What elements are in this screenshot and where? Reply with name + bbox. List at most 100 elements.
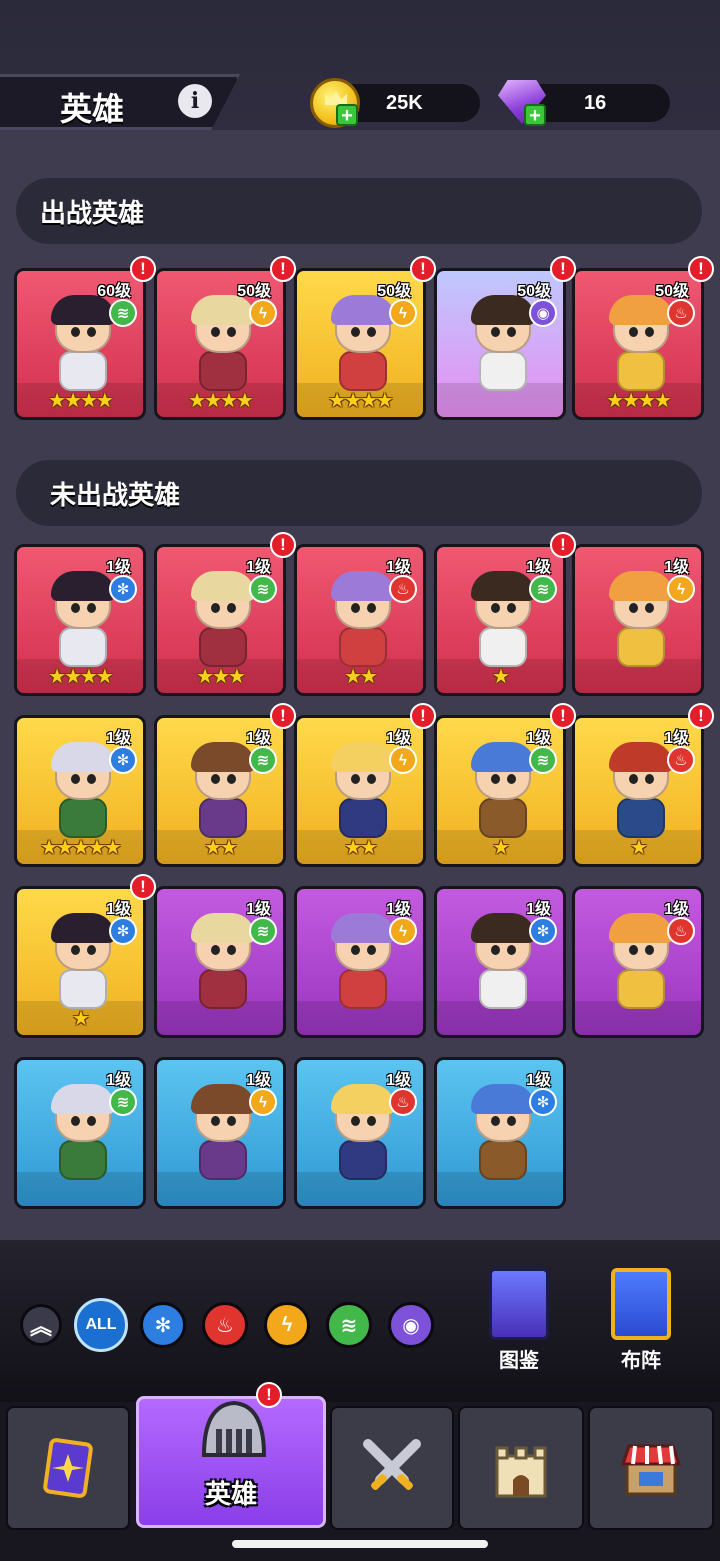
hero-body	[617, 798, 665, 838]
star-rating: ★	[492, 837, 510, 859]
inactive-heroes-title: 未出战英雄	[50, 479, 181, 510]
add-coins-button[interactable]: +	[336, 104, 358, 126]
hero-eye	[645, 603, 654, 613]
hero-eye	[71, 1116, 80, 1126]
alert-badge: !	[270, 703, 296, 729]
page-title: 英雄	[60, 91, 125, 127]
ice-element-icon: ✻	[109, 917, 137, 945]
hero-eye	[629, 945, 638, 955]
hero-body	[479, 969, 527, 1009]
nav-tab-battle[interactable]	[330, 1406, 454, 1530]
hero-body	[339, 351, 387, 391]
star-rating: ★★★★	[48, 390, 114, 412]
hero-card[interactable]: 1级 ✻ ★	[14, 886, 146, 1038]
hero-card[interactable]: 1级 ≋ ★	[434, 715, 566, 867]
castle-icon	[495, 1446, 547, 1498]
hero-eye	[367, 327, 376, 337]
hero-eye	[367, 945, 376, 955]
hero-body	[199, 351, 247, 391]
hero-eye	[71, 945, 80, 955]
hero-body	[59, 351, 107, 391]
star-rating: ★★★★	[328, 390, 394, 412]
hero-eye	[71, 774, 80, 784]
hero-eye	[491, 945, 500, 955]
hero-card[interactable]: 1级 ≋	[154, 886, 286, 1038]
hero-card[interactable]: 1级 ✻ ★★★★	[14, 544, 146, 696]
nav-tab-shop[interactable]	[588, 1406, 714, 1530]
hero-card[interactable]: 1级 ϟ	[154, 1057, 286, 1209]
hero-level: 1级	[106, 559, 131, 576]
hero-card[interactable]: 1级 ♨	[572, 886, 704, 1038]
active-heroes-header: 出战英雄	[16, 178, 702, 244]
add-gems-button[interactable]: +	[524, 104, 546, 126]
hero-eye	[629, 603, 638, 613]
hero-card[interactable]: 1级 ϟ	[294, 886, 426, 1038]
gem-amount: 16	[584, 91, 607, 114]
hero-level: 1级	[246, 730, 271, 747]
hero-card[interactable]: 60级 ≋ ★★★★	[14, 268, 146, 420]
filter-eye-icon[interactable]: ◉	[388, 1302, 434, 1348]
hero-eye	[491, 1116, 500, 1126]
hero-card[interactable]: 1级 ϟ	[572, 544, 704, 696]
lightning-element-icon: ϟ	[249, 1088, 277, 1116]
star-rating: ★★★★	[188, 390, 254, 412]
hero-level: 1级	[106, 1072, 131, 1089]
book-icon	[489, 1268, 549, 1340]
alert-badge: !	[130, 256, 156, 282]
filter-fire-icon[interactable]: ♨	[202, 1302, 248, 1348]
hero-card[interactable]: 1级 ♨	[294, 1057, 426, 1209]
hero-card[interactable]: 50级 ϟ ★★★★	[294, 268, 426, 420]
collapse-icon[interactable]: ︽	[20, 1304, 62, 1346]
inactive-heroes-header: 未出战英雄	[16, 460, 702, 526]
formation-button[interactable]: 布阵	[596, 1268, 686, 1373]
hero-card[interactable]: 50级 ◉	[434, 268, 566, 420]
hero-body	[199, 1140, 247, 1180]
hero-eye	[351, 945, 360, 955]
hero-card[interactable]: 1级 ≋ ★★★	[154, 544, 286, 696]
filter-ice-icon[interactable]: ✻	[140, 1302, 186, 1348]
hero-card[interactable]: 1级 ✻ ★★★★★	[14, 715, 146, 867]
nav-tab-heroes[interactable]: 英雄	[136, 1396, 326, 1528]
lightning-element-icon: ϟ	[389, 299, 417, 327]
star-rating: ★★	[344, 666, 378, 688]
fire-element-icon: ♨	[667, 299, 695, 327]
hero-body	[199, 969, 247, 1009]
nav-tab-cards[interactable]	[6, 1406, 130, 1530]
hero-card[interactable]: 1级 ≋	[14, 1057, 146, 1209]
filter-wind-icon[interactable]: ≋	[326, 1302, 372, 1348]
hero-card[interactable]: 1级 ≋ ★★	[154, 715, 286, 867]
hero-body	[617, 969, 665, 1009]
hero-card[interactable]: 50级 ϟ ★★★★	[154, 268, 286, 420]
ice-element-icon: ✻	[529, 917, 557, 945]
info-icon[interactable]: i	[178, 84, 212, 118]
filter-all-button[interactable]: ALL	[74, 1298, 128, 1352]
hero-eye	[645, 774, 654, 784]
fire-element-icon: ♨	[667, 746, 695, 774]
lightning-element-icon: ϟ	[389, 746, 417, 774]
hero-card[interactable]: 1级 ϟ ★★	[294, 715, 426, 867]
hero-card[interactable]: 1级 ≋ ★	[434, 544, 566, 696]
filter-lightning-icon[interactable]: ϟ	[264, 1302, 310, 1348]
alert-badge: !	[688, 703, 714, 729]
hero-body	[199, 798, 247, 838]
nav-tab-castle[interactable]	[458, 1406, 584, 1530]
alert-badge: !	[130, 874, 156, 900]
hero-card[interactable]: 1级 ✻	[434, 1057, 566, 1209]
hero-card[interactable]: 1级 ♨ ★	[572, 715, 704, 867]
hero-card[interactable]: 1级 ✻	[434, 886, 566, 1038]
coin-amount: 25K	[386, 91, 423, 114]
fire-element-icon: ♨	[667, 917, 695, 945]
lightning-element-icon: ϟ	[389, 917, 417, 945]
hero-eye	[629, 774, 638, 784]
hero-card[interactable]: 50级 ♨ ★★★★	[572, 268, 704, 420]
hero-eye	[507, 1116, 516, 1126]
hero-body	[617, 351, 665, 391]
hero-eye	[227, 1116, 236, 1126]
hero-card[interactable]: 1级 ♨ ★★	[294, 544, 426, 696]
hero-eye	[87, 603, 96, 613]
wind-element-icon: ≋	[109, 299, 137, 327]
hero-body	[479, 351, 527, 391]
hero-eye	[507, 327, 516, 337]
hero-level: 1级	[664, 730, 689, 747]
codex-button[interactable]: 图鉴	[474, 1268, 564, 1373]
